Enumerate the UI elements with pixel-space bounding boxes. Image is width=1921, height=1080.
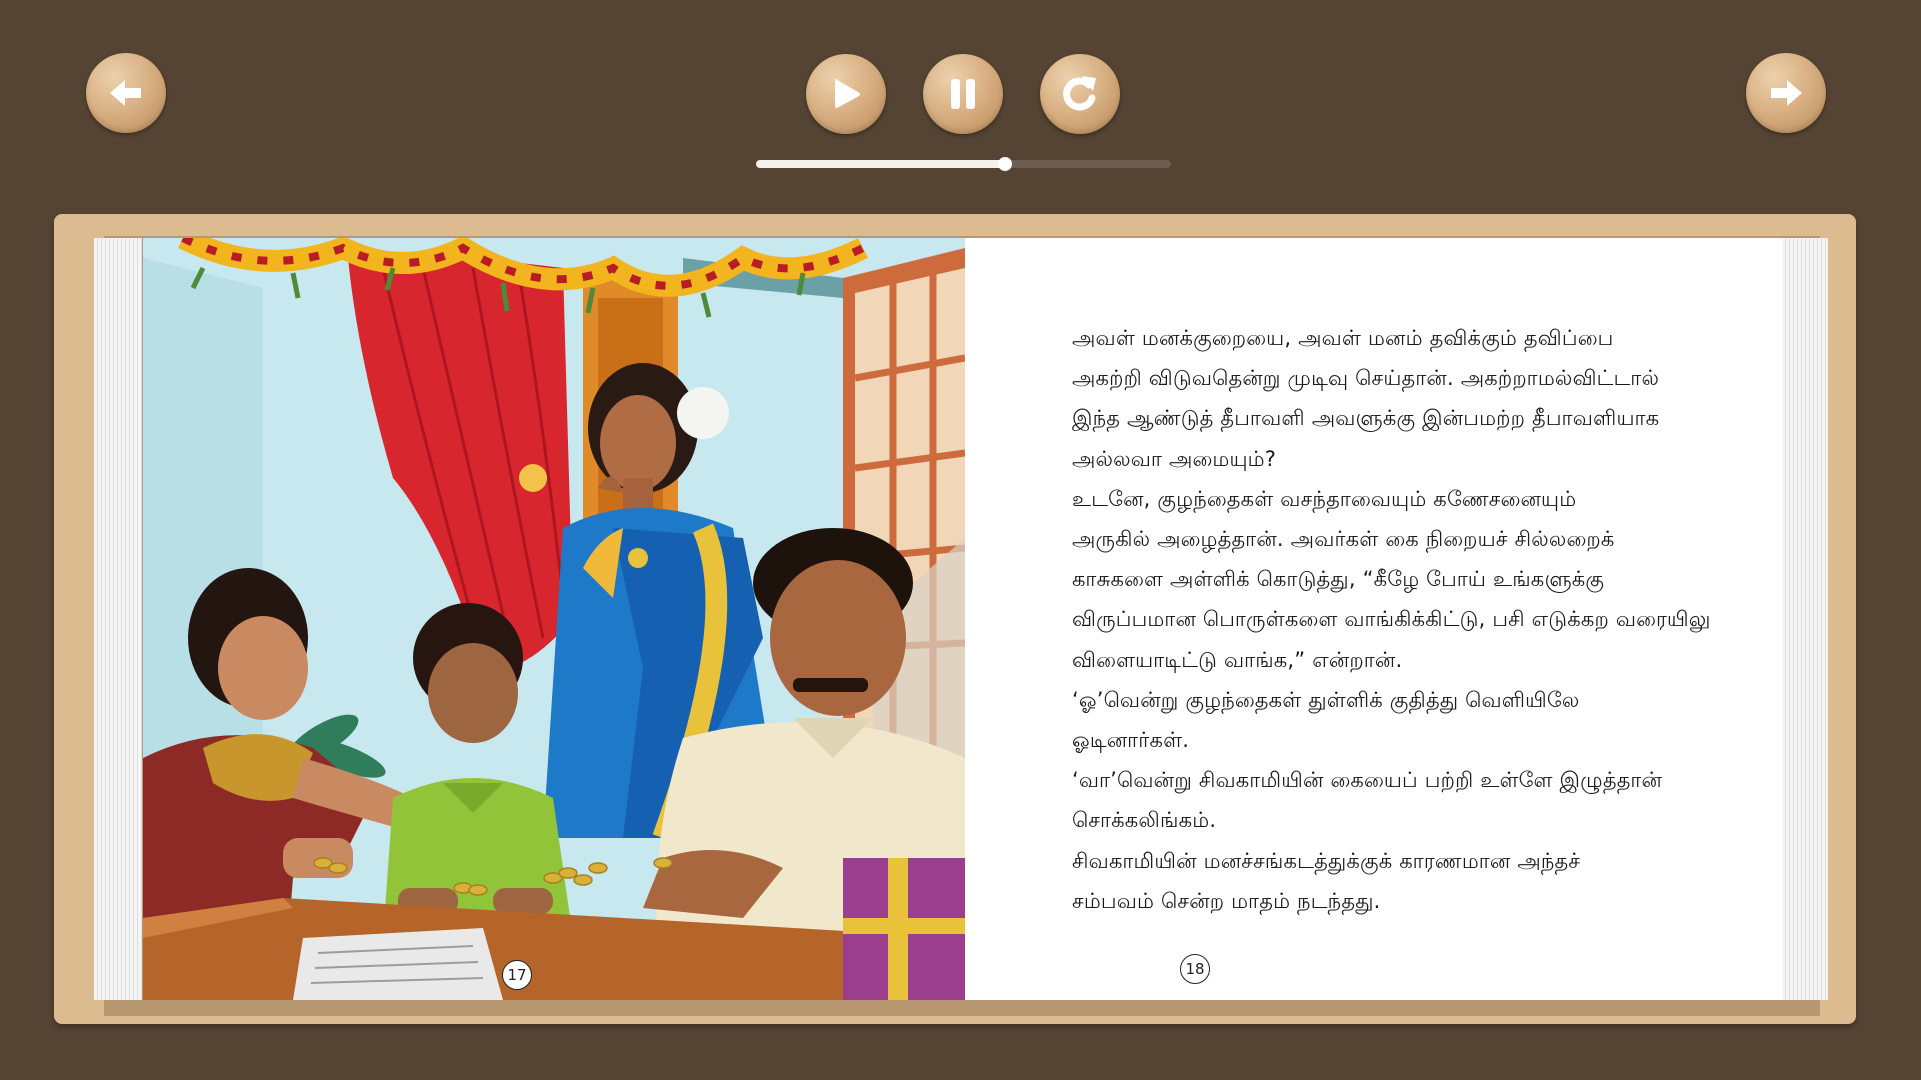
page-stack-left bbox=[94, 238, 142, 1000]
pause-icon bbox=[951, 79, 975, 109]
page-number-left: 17 bbox=[502, 960, 532, 990]
story-text: அவள் மனக்குறையை, அவள் மனம் தவிக்கும் தவி… bbox=[1072, 318, 1772, 921]
right-page: அவள் மனக்குறையை, அவள் மனம் தவிக்கும் தவி… bbox=[965, 238, 1782, 1000]
audio-progress-fill bbox=[756, 160, 1005, 168]
story-line: சம்பவம் சென்ற மாதம் நடந்தது. bbox=[1072, 888, 1381, 913]
story-line: ஓடினார்கள். bbox=[1072, 728, 1190, 753]
story-line: அகற்றி விடுவதென்று முடிவு செய்தான். அகற்… bbox=[1072, 366, 1660, 391]
story-line: அல்லவா அமையும்? bbox=[1072, 446, 1277, 471]
arrow-left-icon bbox=[110, 80, 141, 106]
replay-icon bbox=[1063, 76, 1096, 111]
page-stack-right bbox=[1782, 238, 1828, 1000]
story-line: அருகில் அழைத்தான். அவர்கள் கை நிறையச் சி… bbox=[1072, 527, 1615, 552]
story-line: உடனே, குழந்தைகள் வசந்தாவையும் கணேசனையும் bbox=[1072, 486, 1577, 511]
arrow-right-icon bbox=[1771, 80, 1802, 106]
play-icon bbox=[835, 79, 860, 108]
play-button[interactable] bbox=[806, 54, 886, 134]
story-line: சொக்கலிங்கம். bbox=[1072, 808, 1217, 833]
book-frame: அவள் மனக்குறையை, அவள் மனம் தவிக்கும் தவி… bbox=[54, 214, 1856, 1024]
next-page-button[interactable] bbox=[1746, 53, 1826, 133]
story-line: அவள் மனக்குறையை, அவள் மனம் தவிக்கும் தவி… bbox=[1072, 326, 1614, 350]
family-diwali-illustration bbox=[143, 238, 965, 1000]
audio-progress-bar[interactable] bbox=[756, 157, 1171, 171]
story-line: காசுகளை அள்ளிக் கொடுத்து, “கீழே போய் உங்… bbox=[1072, 567, 1605, 592]
story-line: இந்த ஆண்டுத் தீபாவளி அவளுக்கு இன்பமற்ற த… bbox=[1072, 406, 1660, 431]
audio-progress-handle[interactable] bbox=[998, 157, 1012, 171]
story-line: ‘வா’வென்று சிவகாமியின் கையைப் பற்றி உள்ள… bbox=[1072, 768, 1663, 793]
story-line: விருப்பமான பொருள்களை வாங்கிக்கிட்டு, பசி… bbox=[1072, 607, 1711, 632]
story-line: விளையாடிட்டு வாங்க,” என்றான். bbox=[1072, 647, 1403, 672]
replay-button[interactable] bbox=[1040, 54, 1120, 134]
story-line: ‘ஓ’வென்று குழந்தைகள் துள்ளிக் குதித்து வ… bbox=[1072, 687, 1580, 712]
left-page bbox=[143, 238, 965, 1000]
page-number-right: 18 bbox=[1180, 954, 1210, 984]
story-line: சிவகாமியின் மனச்சங்கடத்துக்குக் காரணமான … bbox=[1072, 848, 1581, 873]
previous-page-button[interactable] bbox=[86, 53, 166, 133]
pause-button[interactable] bbox=[923, 54, 1003, 134]
